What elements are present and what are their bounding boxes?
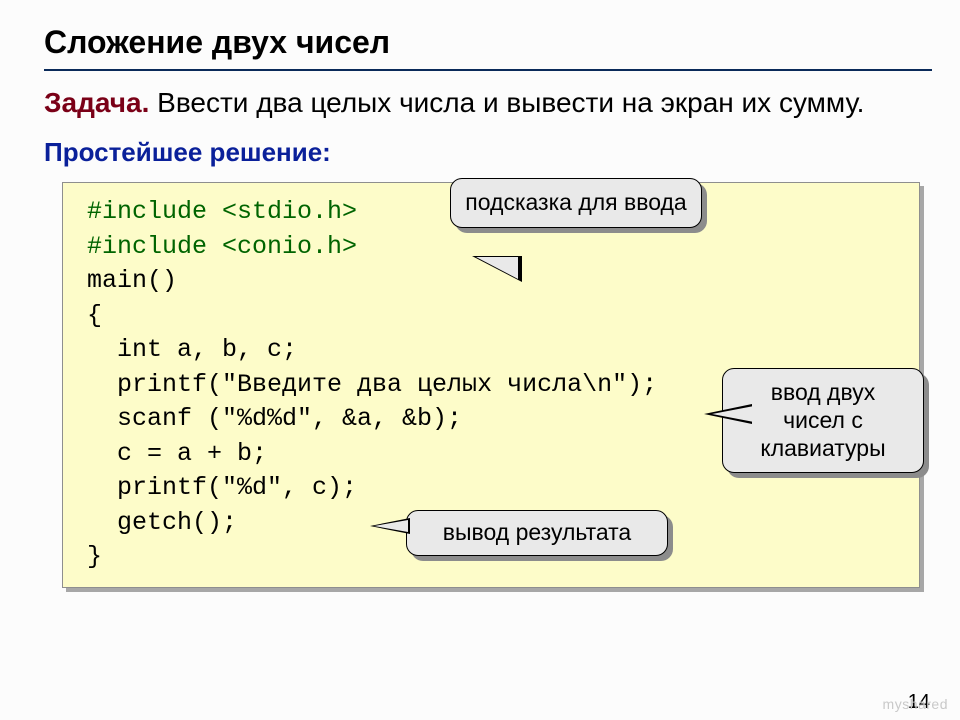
code-line-10: getch(); — [87, 508, 237, 537]
code-line-11: } — [87, 542, 102, 571]
callout-input-tail-fill — [712, 406, 754, 422]
slide: Сложение двух чисел Задача. Ввести два ц… — [0, 0, 960, 720]
solution-label: Простейшее решение: — [44, 137, 932, 168]
code-line-9: printf("%d", c); — [87, 473, 357, 502]
task-label: Задача. — [44, 87, 149, 118]
code-line-5: int a, b, c; — [87, 335, 297, 364]
code-line-2a: #include — [87, 232, 222, 261]
code-line-7: scanf ("%d%d", &a, &b); — [87, 404, 462, 433]
watermark: myshared — [883, 696, 948, 712]
callout-output-tail-fill — [374, 520, 408, 532]
slide-title: Сложение двух чисел — [44, 24, 932, 61]
callout-hint-tail-fill — [476, 257, 518, 279]
task-text: Ввести два целых числа и вывести на экра… — [149, 87, 864, 118]
code-line-6: printf("Введите два целых числа\n"); — [87, 370, 657, 399]
code-line-1a: #include — [87, 197, 222, 226]
title-divider — [44, 69, 932, 71]
code-line-3: main() — [87, 266, 177, 295]
code-stage: #include <stdio.h> #include <conio.h> ma… — [62, 182, 920, 588]
task-paragraph: Задача. Ввести два целых числа и вывести… — [44, 85, 932, 121]
code-line-4: { — [87, 301, 102, 330]
code-line-2b: <conio.h> — [222, 232, 357, 261]
code-line-8: c = a + b; — [87, 439, 267, 468]
callout-hint: подсказка для ввода — [450, 178, 702, 228]
code-line-1b: <stdio.h> — [222, 197, 357, 226]
callout-output: вывод результата — [406, 510, 668, 556]
